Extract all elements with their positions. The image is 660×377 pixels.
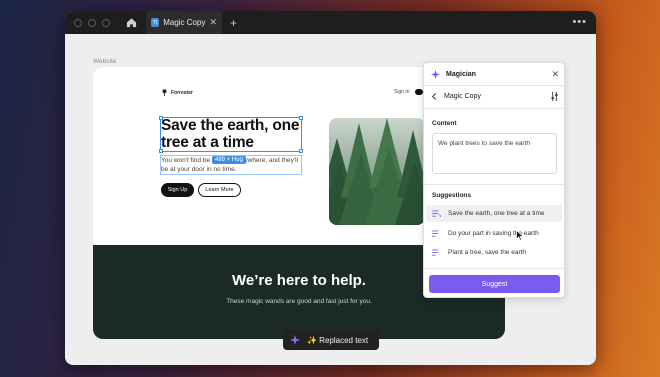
minimize-window-button[interactable] [88, 18, 96, 27]
site-nav: Sign In [394, 89, 423, 95]
learn-more-button[interactable]: Learn More [198, 183, 241, 197]
forest-image [329, 118, 425, 225]
app-window: Tt Magic Copy ✕ + ••• Website Forrester … [65, 11, 596, 365]
sparkle-icon [431, 69, 440, 79]
resize-handle[interactable] [299, 149, 303, 153]
site-logo[interactable]: Forrester [162, 89, 193, 96]
suggestion-text: Do your part in saving the earth [448, 230, 539, 237]
suggest-button[interactable]: Suggest [429, 275, 560, 293]
divider [424, 184, 566, 185]
suggestion-text: Plant a tree, save the earth [448, 249, 527, 256]
panel-subheader: Magic Copy [424, 88, 566, 105]
suggestion-item[interactable]: Plant a tree, save the earth [426, 244, 562, 261]
toast-text: ✨ Replaced text [307, 335, 369, 345]
suggestion-item[interactable]: Do your part in saving the earth [426, 225, 562, 242]
maximize-window-button[interactable] [102, 18, 110, 27]
tree-icon [162, 89, 167, 96]
close-icon[interactable]: ✕ [551, 69, 559, 80]
toast-notification: ✨ Replaced text [283, 330, 379, 350]
panel-title: Magician [446, 70, 476, 78]
close-window-button[interactable] [74, 18, 82, 27]
tab-magic-copy[interactable]: Tt Magic Copy ✕ [146, 11, 222, 34]
nav-signin-link[interactable]: Sign In [394, 89, 410, 95]
settings-sliders-icon[interactable] [550, 92, 559, 101]
divider [424, 85, 566, 86]
size-badge: 489 × Hug [212, 156, 246, 164]
sparkle-icon [290, 335, 300, 345]
resize-handle[interactable] [159, 149, 163, 153]
magician-panel: Magician ✕ Magic Copy Content We plant t… [423, 62, 566, 298]
panel-header: Magician ✕ [424, 63, 566, 85]
window-controls [74, 18, 110, 27]
back-chevron-icon[interactable] [431, 93, 437, 100]
content-label: Content [432, 120, 457, 127]
suggestion-text: Save the earth, one tree at a time [448, 210, 545, 217]
text-selection-box[interactable] [159, 116, 303, 153]
nav-signup-button[interactable] [414, 89, 423, 95]
close-tab-icon[interactable]: ✕ [209, 17, 217, 28]
divider [424, 108, 566, 109]
home-icon[interactable] [124, 16, 138, 30]
content-textarea[interactable]: We plant trees to save the earth [432, 133, 557, 174]
tab-label: Magic Copy [163, 18, 206, 27]
frame-label: Website [93, 58, 117, 65]
title-bar: Tt Magic Copy ✕ + ••• [65, 11, 596, 34]
panel-subtitle: Magic Copy [444, 93, 481, 100]
divider [424, 268, 566, 269]
more-dots-icon[interactable]: ••• [572, 16, 587, 28]
text-lines-icon [432, 210, 441, 217]
help-subtitle[interactable]: These magic wands are good and fast just… [93, 298, 505, 305]
mouse-cursor-icon [516, 230, 524, 241]
resize-handle[interactable] [299, 116, 303, 120]
text-lines-icon [432, 249, 439, 256]
figma-file-icon: Tt [151, 18, 160, 27]
signup-button[interactable]: Sign Up [161, 183, 194, 197]
site-brand: Forrester [171, 89, 193, 96]
resize-handle[interactable] [159, 116, 163, 120]
suggestions-label: Suggestions [432, 192, 472, 199]
suggestion-item[interactable]: Save the earth, one tree at a time [426, 205, 562, 222]
plus-icon[interactable]: + [230, 16, 237, 30]
text-lines-icon [432, 230, 439, 237]
